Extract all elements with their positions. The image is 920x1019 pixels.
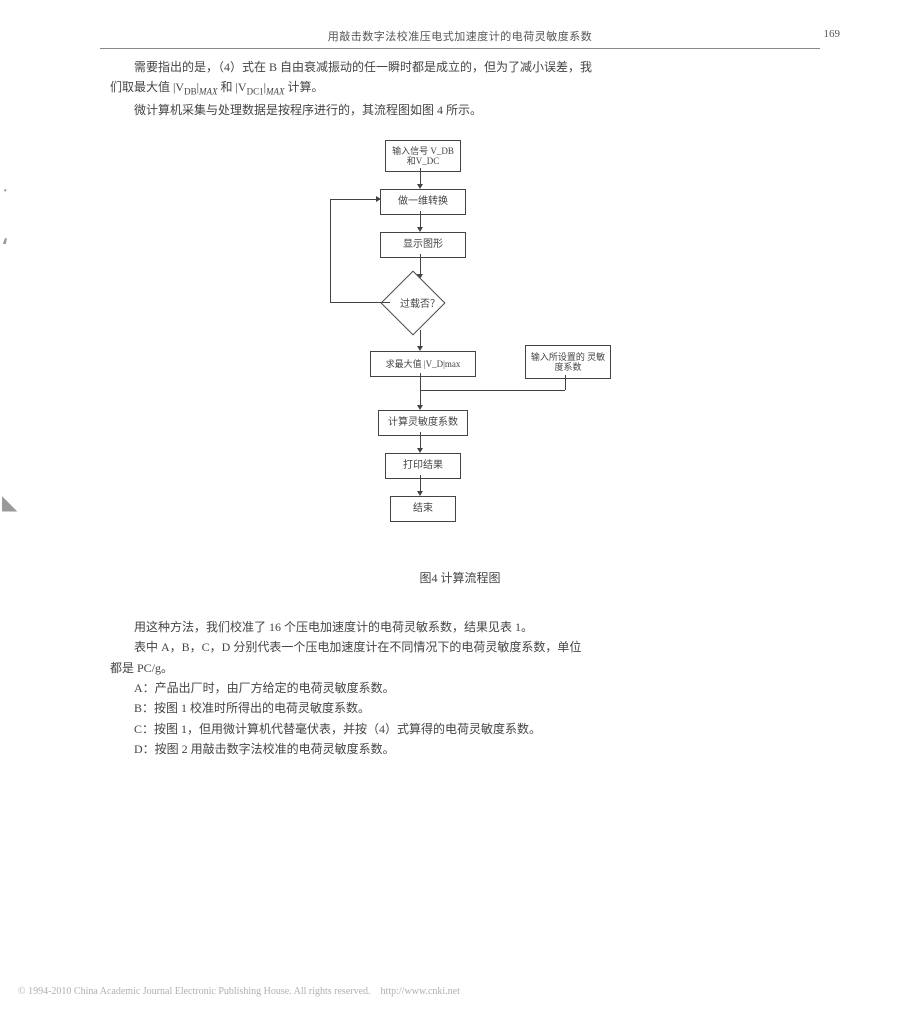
page-number: 169 [824, 28, 841, 40]
arrowhead-icon [376, 196, 381, 202]
body-text: 需要指出的是，（4）式在 B 自由衰减振动的任一瞬时都是成立的，但为了减小误差，… [110, 57, 810, 760]
flowchart-diagram: 输入信号 V_DB和V_DC 做一维转换 显示图形 过载否？ 求最大值 |V_D… [290, 140, 630, 560]
scan-artifact: · [2, 180, 9, 203]
paragraph-4a: 表中 A，B，C，D 分别代表一个压电加速度计在不同情况下的电荷灵敏度系数，单位 [110, 637, 810, 657]
figure-caption: 图4 计算流程图 [110, 568, 810, 588]
flow-arrow [330, 302, 390, 303]
flow-node-convert: 做一维转换 [380, 189, 466, 215]
paragraph-4b: 都是 PC/g。 [110, 658, 810, 678]
paragraph-C: C：按图 1，但用微计算机代替毫伏表，并按（4）式算得的电荷灵敏度系数。 [110, 719, 810, 739]
paragraph-A: A：产品出厂时，由厂方给定的电荷灵敏度系数。 [110, 678, 810, 698]
flow-node-end: 结束 [390, 496, 456, 522]
paragraph-B: B：按图 1 校准时所得出的电荷灵敏度系数。 [110, 698, 810, 718]
paragraph-3: 用这种方法，我们校准了 16 个压电加速度计的电荷灵敏系数，结果见表 1。 [110, 617, 810, 637]
paragraph-D: D：按图 2 用敲击数字法校准的电荷灵敏度系数。 [110, 739, 810, 759]
flow-decision-label: 过载否？ [380, 296, 460, 313]
flow-node-print: 打印结果 [385, 453, 461, 479]
flow-arrow [330, 199, 331, 302]
scan-artifact: ◣ [2, 490, 17, 515]
flow-node-max: 求最大值 |V_D|max [370, 351, 476, 377]
scan-artifact: ⸲ [2, 220, 7, 247]
paragraph-2: 微计算机采集与处理数据是按程序进行的，其流程图如图 4 所示。 [110, 100, 810, 120]
footer-url: http://www.cnki.net [381, 986, 460, 997]
flow-arrow [330, 199, 380, 200]
paragraph-1: 需要指出的是，（4）式在 B 自由衰减振动的任一瞬时都是成立的，但为了减小误差，… [110, 57, 810, 77]
flow-arrow [565, 375, 566, 390]
header-title: 用敲击数字法校准压电式加速度计的电荷灵敏度系数 [100, 28, 820, 44]
flow-node-display: 显示图形 [380, 232, 466, 258]
page-header: 用敲击数字法校准压电式加速度计的电荷灵敏度系数 169 [100, 0, 820, 49]
flow-arrow [420, 254, 421, 276]
footer-copyright: © 1994-2010 China Academic Journal Elect… [18, 986, 460, 997]
flow-node-calc: 计算灵敏度系数 [378, 410, 468, 436]
paragraph-1b: 们取最大值 |VDB|MAX 和 |VDC1|MAX 计算。 [110, 77, 810, 100]
flow-node-input: 输入信号 V_DB和V_DC [385, 140, 461, 172]
page: 用敲击数字法校准压电式加速度计的电荷灵敏度系数 169 需要指出的是，（4）式在… [0, 0, 920, 1019]
flow-arrow [420, 390, 565, 391]
flow-node-side-input: 输入所设置的 灵敏度系数 [525, 345, 611, 379]
